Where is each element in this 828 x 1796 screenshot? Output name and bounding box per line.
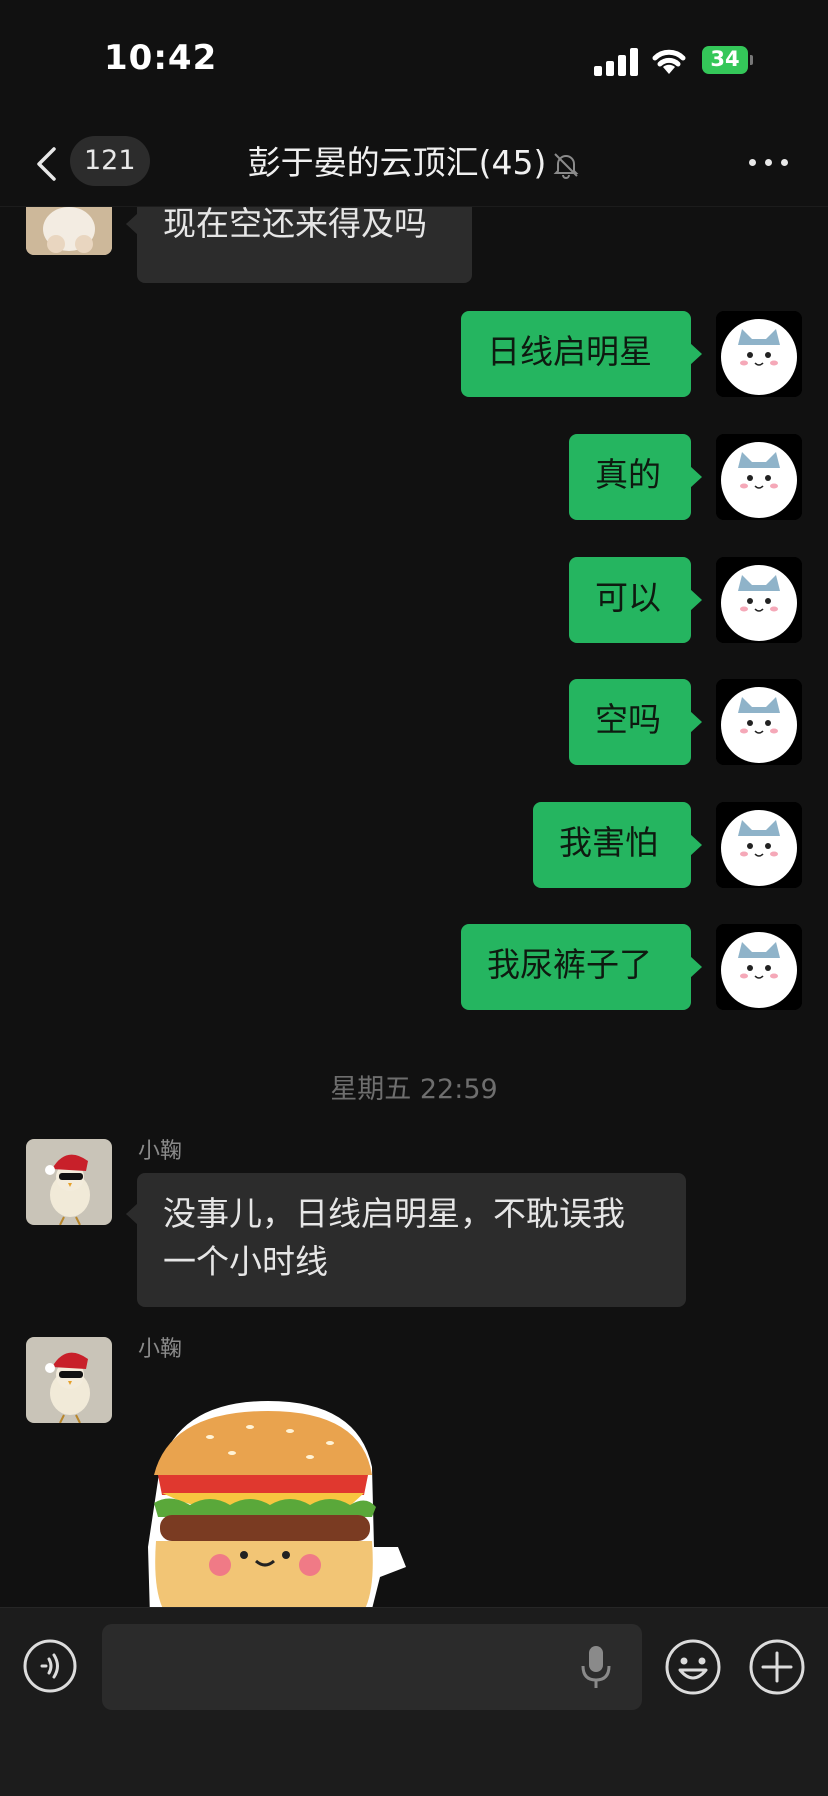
- message-outgoing: 我害怕: [0, 802, 828, 892]
- chevron-left-icon: [37, 147, 56, 181]
- message-bubble[interactable]: 我害怕: [533, 802, 702, 888]
- baby-photo-icon: [26, 207, 112, 255]
- battery-level: 34: [710, 47, 740, 71]
- own-avatar[interactable]: [716, 311, 802, 397]
- own-avatar[interactable]: [716, 557, 802, 643]
- message-incoming: 小鞠: [0, 1337, 828, 1607]
- message-outgoing: 空吗: [0, 679, 828, 769]
- chat-header: 121 彭于晏的云顶汇(45): [0, 120, 828, 207]
- cellular-signal-icon: [594, 48, 638, 76]
- sender-name: 小鞠: [138, 1337, 183, 1362]
- message-bubble[interactable]: 现在空还来得及吗: [126, 207, 472, 283]
- message-text-line: 一个小时线: [163, 1242, 328, 1281]
- message-bubble[interactable]: 空吗: [569, 679, 702, 765]
- sender-avatar[interactable]: [26, 207, 112, 255]
- cartoon-cat-avatar-icon: [716, 311, 802, 397]
- chat-title-wrapper[interactable]: 彭于晏的云顶汇(45): [120, 136, 708, 184]
- cartoon-cat-avatar-icon: [716, 802, 802, 888]
- message-incoming: 现在空还来得及吗: [0, 207, 828, 283]
- chat-title: 彭于晏的云顶汇(45): [247, 143, 547, 182]
- cartoon-cat-avatar-icon: [716, 557, 802, 643]
- message-list[interactable]: 现在空还来得及吗 日线启明星 真的 可以 空吗 我害怕 我尿裤子了 星期五 22…: [0, 207, 828, 1607]
- wifi-icon: [652, 49, 686, 74]
- voice-input-icon[interactable]: [22, 1638, 78, 1694]
- message-bubble[interactable]: 没事儿，日线启明星，不耽误我 一个小时线: [126, 1173, 686, 1307]
- message-outgoing: 可以: [0, 557, 828, 647]
- message-incoming: 小鞠 没事儿，日线启明星，不耽误我 一个小时线: [0, 1139, 828, 1309]
- message-bubble[interactable]: 真的: [569, 434, 702, 520]
- own-avatar[interactable]: [716, 434, 802, 520]
- battery-icon: 34: [702, 46, 753, 74]
- sender-avatar[interactable]: [26, 1337, 112, 1423]
- message-bubble[interactable]: 可以: [569, 557, 702, 643]
- message-timestamp: 星期五 22:59: [330, 1074, 498, 1105]
- emoji-icon[interactable]: [664, 1638, 722, 1696]
- message-bubble[interactable]: 我尿裤子了: [461, 924, 702, 1010]
- cartoon-cat-avatar-icon: [716, 924, 802, 1010]
- sender-avatar[interactable]: [26, 1139, 112, 1225]
- status-bar: 10:42 34: [0, 0, 828, 120]
- own-avatar[interactable]: [716, 924, 802, 1010]
- chat-screen: 10:42 34 121 彭于晏的云顶汇(45) 现在空还来得及吗 日线启明星 …: [0, 0, 828, 1796]
- status-time: 10:42: [104, 38, 218, 78]
- microphone-icon[interactable]: [578, 1644, 614, 1690]
- own-avatar[interactable]: [716, 679, 802, 765]
- message-input[interactable]: [102, 1624, 642, 1710]
- chick-santa-hat-avatar-icon: [26, 1139, 112, 1225]
- input-bar: [0, 1607, 828, 1796]
- cartoon-cat-avatar-icon: [716, 434, 802, 520]
- message-outgoing: 日线启明星: [0, 311, 828, 401]
- cartoon-cat-avatar-icon: [716, 679, 802, 765]
- chick-santa-hat-avatar-icon: [26, 1337, 112, 1423]
- more-options-button[interactable]: [744, 142, 794, 182]
- plus-icon[interactable]: [748, 1638, 806, 1696]
- message-bubble[interactable]: 日线启明星: [461, 311, 702, 397]
- hamburger-sticker[interactable]: [140, 1397, 410, 1607]
- own-avatar[interactable]: [716, 802, 802, 888]
- message-outgoing: 真的: [0, 434, 828, 524]
- message-outgoing: 我尿裤子了: [0, 924, 828, 1014]
- muted-bell-icon: [553, 152, 579, 179]
- sender-name: 小鞠: [138, 1139, 183, 1164]
- message-text-line: 没事儿，日线启明星，不耽误我: [163, 1194, 625, 1233]
